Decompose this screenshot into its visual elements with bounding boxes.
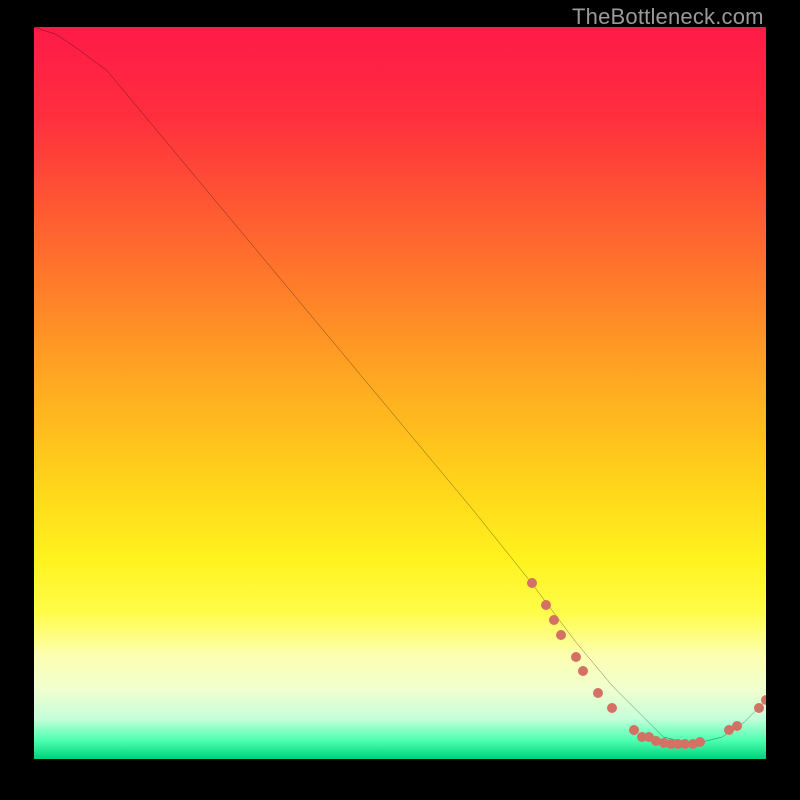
scatter-point xyxy=(607,703,617,713)
scatter-point xyxy=(593,688,603,698)
gradient-background xyxy=(34,27,766,759)
scatter-point xyxy=(732,721,742,731)
scatter-point xyxy=(556,630,566,640)
scatter-point xyxy=(695,737,705,747)
scatter-point xyxy=(578,666,588,676)
scatter-point xyxy=(761,695,766,705)
scatter-point xyxy=(549,615,559,625)
scatter-point xyxy=(527,578,537,588)
stage: TheBottleneck.com xyxy=(0,0,800,800)
scatter-point xyxy=(541,600,551,610)
scatter-point xyxy=(571,652,581,662)
chart-panel xyxy=(34,27,766,759)
watermark-text: TheBottleneck.com xyxy=(572,4,764,30)
